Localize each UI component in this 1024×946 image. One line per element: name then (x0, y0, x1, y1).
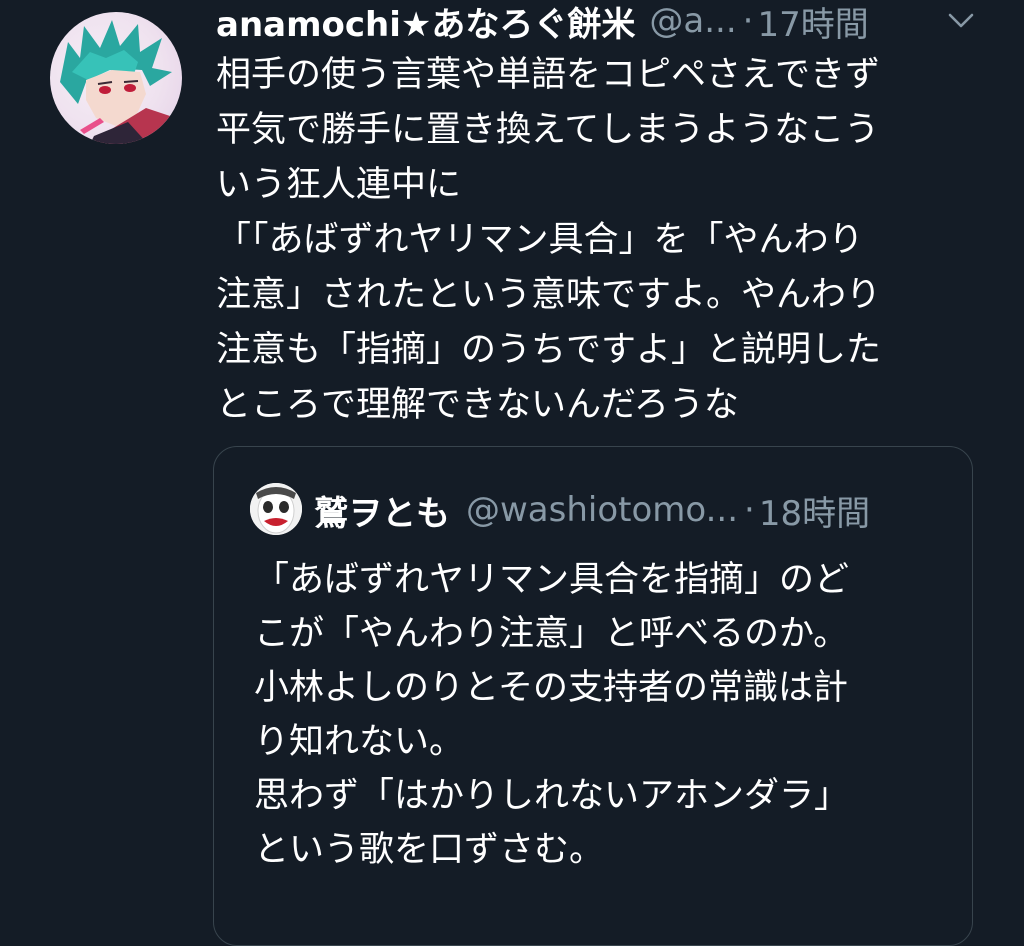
quote-avatar-image (250, 483, 302, 535)
quote-separator-dot: · (744, 490, 755, 530)
quote-tweet-card[interactable]: 鷲ヲとも @washiotomo... · 18時間 「あばずれヤリマン具合を指… (213, 446, 973, 946)
avatar[interactable] (50, 12, 182, 144)
display-name[interactable]: anamochi★あなろぐ餅米 (216, 0, 635, 43)
tweet-header: anamochi★あなろぐ餅米 @a... · 17時間 (216, 0, 986, 42)
quote-timestamp: 18時間 (758, 493, 871, 534)
chevron-down-icon[interactable] (946, 8, 976, 32)
timestamp[interactable]: 17時間 (757, 0, 868, 43)
quote-text: 「あばずれヤリマン具合を指摘」のど こが「やんわり注意」と呼べるのか。 小林よし… (254, 560, 850, 870)
quote-user-handle: @washiotomo... (466, 490, 739, 530)
separator-dot: · (742, 1, 754, 41)
user-handle[interactable]: @a... (649, 1, 736, 41)
tweet-text: 相手の使う言葉や単語をコピペさえできず 平気で勝手に置き換えてしまうようなこう … (216, 55, 882, 425)
quote-display-name: 鷲ヲとも (314, 493, 450, 534)
quote-header: 鷲ヲとも @washiotomo... · 18時間 (314, 485, 870, 535)
avatar-image (60, 20, 182, 144)
quote-avatar (250, 483, 302, 535)
